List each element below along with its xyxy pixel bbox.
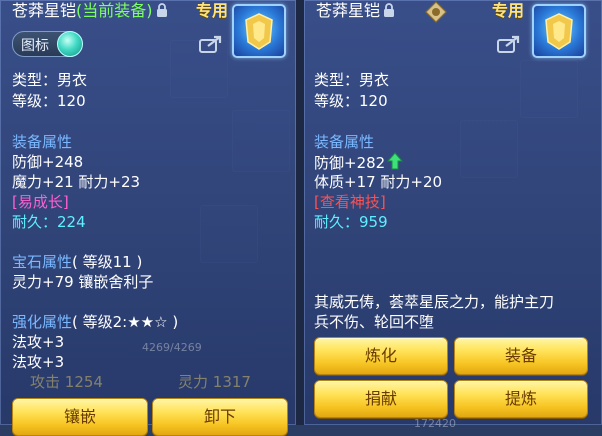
current-equipped-label: (当前装备) — [76, 1, 153, 20]
durability-value: 959 — [359, 213, 388, 231]
background-attack: 攻击 1254 — [30, 372, 103, 392]
donate-button[interactable]: 捐献 — [314, 380, 448, 418]
spirit-label: 灵力 — [178, 373, 209, 391]
exclusive-label: 专用 — [196, 1, 229, 20]
item-title: 苍莽星铠 — [316, 0, 395, 22]
armor-icon — [232, 4, 286, 58]
item-description-line-2: 兵不伤、轮回不堕 — [314, 313, 435, 331]
compare-equipment-panel: 苍莽星铠 专用 类型：男衣 等级：120 装备属性 防御+282 体质+17 耐… — [304, 0, 602, 430]
item-type: 类型：男衣 — [314, 71, 390, 89]
durability: 耐久：959 — [314, 212, 388, 232]
item-level: 等级：120 — [12, 92, 86, 110]
share-icon[interactable] — [198, 34, 224, 54]
background-hp: 4269/4269 — [142, 341, 202, 354]
appraise-seal-icon — [425, 1, 447, 23]
item-level: 等级：120 — [314, 92, 388, 110]
refine-button[interactable]: 炼化 — [314, 337, 448, 375]
item-title: 苍莽星铠(当前装备) — [12, 0, 168, 22]
inlay-button[interactable]: 镶嵌 — [12, 398, 148, 436]
view-divine-skill-link[interactable]: [查看神技] — [314, 192, 386, 212]
gem-effect: 灵力+79 镶嵌舍利子 — [12, 273, 154, 291]
current-equipment-panel: 苍莽星铠(当前装备) 专用 图标 类型：男衣 等级：120 装备属性 防御+24… — [0, 0, 296, 436]
icon-toggle-button[interactable]: 图标 — [12, 31, 83, 57]
lock-icon — [384, 3, 395, 17]
enhance-header: 强化属性 — [12, 313, 73, 331]
attack-value: 1254 — [64, 373, 103, 391]
increase-arrow-icon — [387, 152, 404, 170]
attributes-header: 装备属性 — [12, 133, 73, 151]
panel-divider — [296, 0, 304, 425]
item-name: 苍莽星铠 — [12, 1, 77, 20]
extract-button[interactable]: 提炼 — [454, 380, 588, 418]
background-spirit: 灵力 1317 — [178, 372, 251, 392]
defense-value: 防御+282 — [314, 154, 386, 172]
orb-icon — [57, 31, 83, 57]
exclusive-label: 专用 — [492, 1, 525, 20]
gem-attributes: 宝石属性( 等级11 ) — [12, 252, 142, 272]
physique-stamina-stat: 体质+17 耐力+20 — [314, 173, 443, 191]
spirit-value: 1317 — [212, 373, 251, 391]
enhance-attributes: 强化属性( 等级2:★★☆ ) — [12, 312, 178, 332]
item-description-line-1: 其威无俦，荟萃星辰之力，能护主刀 — [314, 293, 555, 311]
defense-stat: 防御+282 — [314, 152, 404, 173]
item-type: 类型：男衣 — [12, 71, 88, 89]
lock-icon — [156, 3, 167, 17]
durability: 耐久：224 — [12, 212, 86, 232]
gem-level: ( 等级11 ) — [72, 253, 143, 271]
background-bottom-value: 172420 — [414, 417, 456, 430]
enhance-level: ( 等级2:★★☆ ) — [72, 313, 179, 331]
equip-button[interactable]: 装备 — [454, 337, 588, 375]
defense-stat: 防御+248 — [12, 153, 84, 171]
durability-label: 耐久： — [314, 213, 360, 231]
armor-icon — [532, 4, 586, 58]
unequip-button[interactable]: 卸下 — [152, 398, 288, 436]
durability-label: 耐久： — [12, 213, 58, 231]
attributes-header: 装备属性 — [314, 133, 375, 151]
attack-label: 攻击 — [30, 373, 61, 391]
durability-value: 224 — [57, 213, 86, 231]
enhance-stat-2: 法攻+3 — [12, 353, 65, 371]
magic-stamina-stat: 魔力+21 耐力+23 — [12, 173, 141, 191]
item-name: 苍莽星铠 — [316, 1, 381, 20]
gem-header: 宝石属性 — [12, 253, 73, 271]
share-icon[interactable] — [496, 34, 522, 54]
icon-toggle-label: 图标 — [21, 38, 49, 54]
growth-tag: [易成长] — [12, 193, 69, 211]
enhance-stat-1: 法攻+3 — [12, 333, 65, 351]
